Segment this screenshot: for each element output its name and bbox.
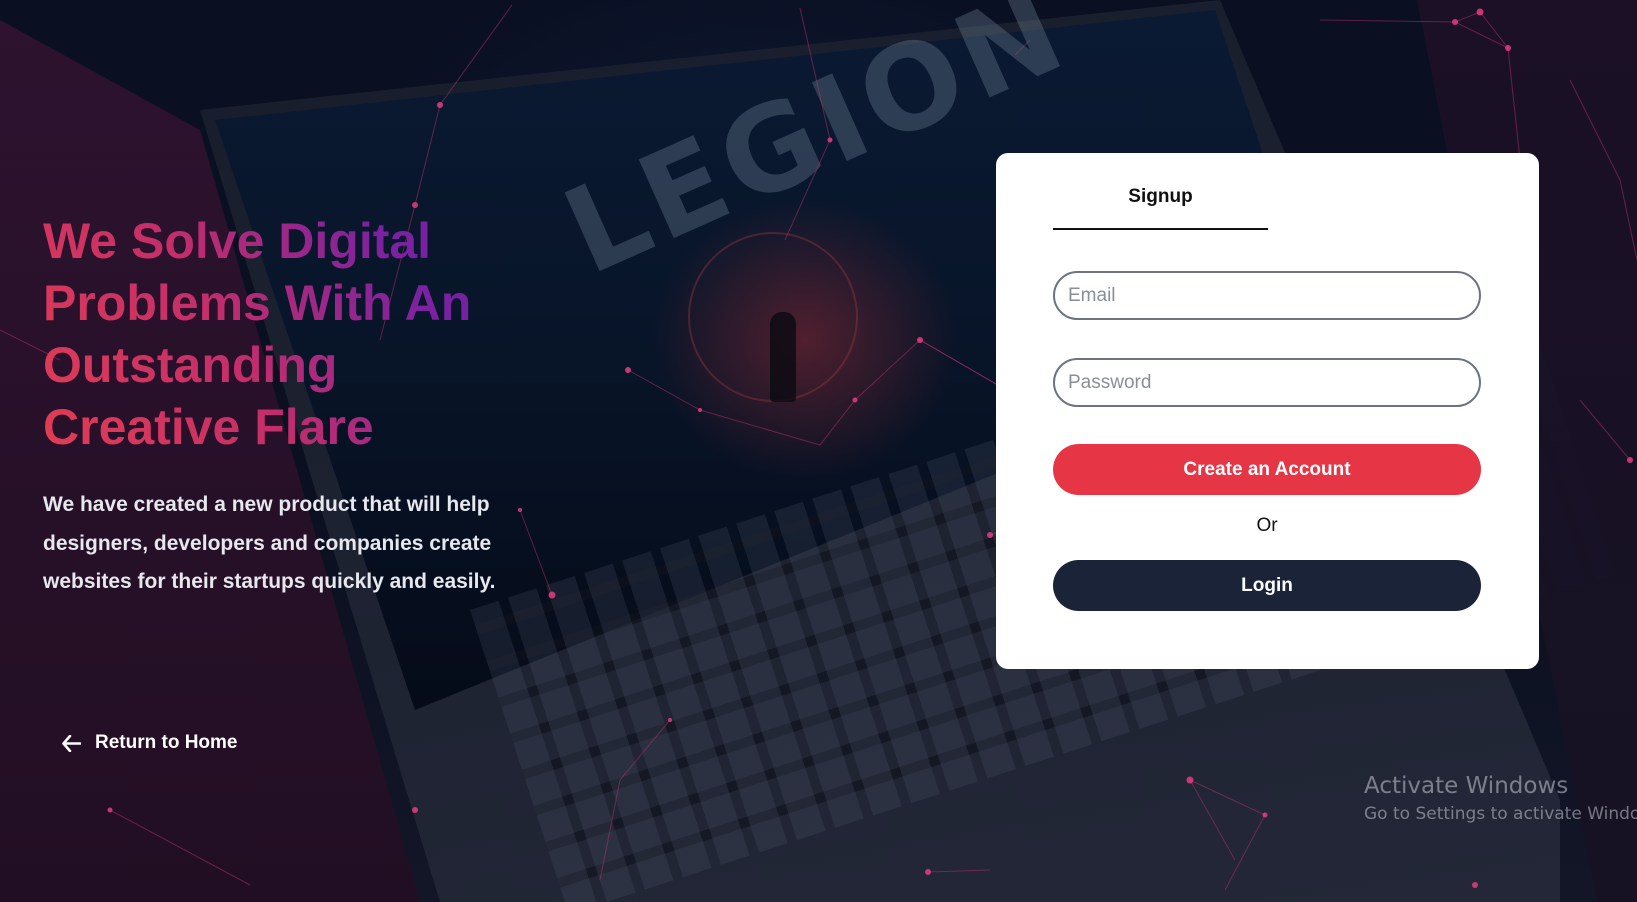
hero-section: We Solve Digital Problems With An Outsta… — [43, 210, 523, 602]
hero-title-line: We Solve Digital — [43, 213, 432, 269]
hero-subtitle-line: We have created a new product that will … — [43, 493, 490, 516]
hero-title-line: Outstanding — [43, 337, 338, 393]
or-separator: Or — [1256, 515, 1278, 536]
password-field[interactable] — [1053, 358, 1481, 407]
watermark-subtitle: Go to Settings to activate Windows. — [1364, 804, 1637, 824]
return-to-home-link[interactable]: Return to Home — [62, 732, 238, 754]
tab-signup[interactable]: Signup — [1053, 183, 1268, 230]
arrow-left-icon — [62, 734, 81, 752]
hero-title-line: Problems With An — [43, 275, 472, 331]
email-field[interactable] — [1053, 271, 1481, 320]
signup-card: Signup Create an Account Or Login — [996, 153, 1539, 669]
watermark-title: Activate Windows — [1364, 773, 1569, 799]
hero-subtitle: We have created a new product that will … — [43, 486, 523, 602]
windows-activation-watermark: Activate Windows Go to Settings to activ… — [1364, 772, 1637, 828]
hero-subtitle-line: websites for their startups quickly and … — [43, 570, 496, 593]
return-to-home-label: Return to Home — [95, 732, 238, 753]
create-account-button[interactable]: Create an Account — [1053, 444, 1481, 495]
hero-title: We Solve Digital Problems With An Outsta… — [43, 210, 523, 458]
hero-subtitle-line: designers, developers and companies crea… — [43, 531, 492, 555]
hero-title-line: Creative Flare — [43, 399, 374, 455]
login-button[interactable]: Login — [1053, 560, 1481, 611]
